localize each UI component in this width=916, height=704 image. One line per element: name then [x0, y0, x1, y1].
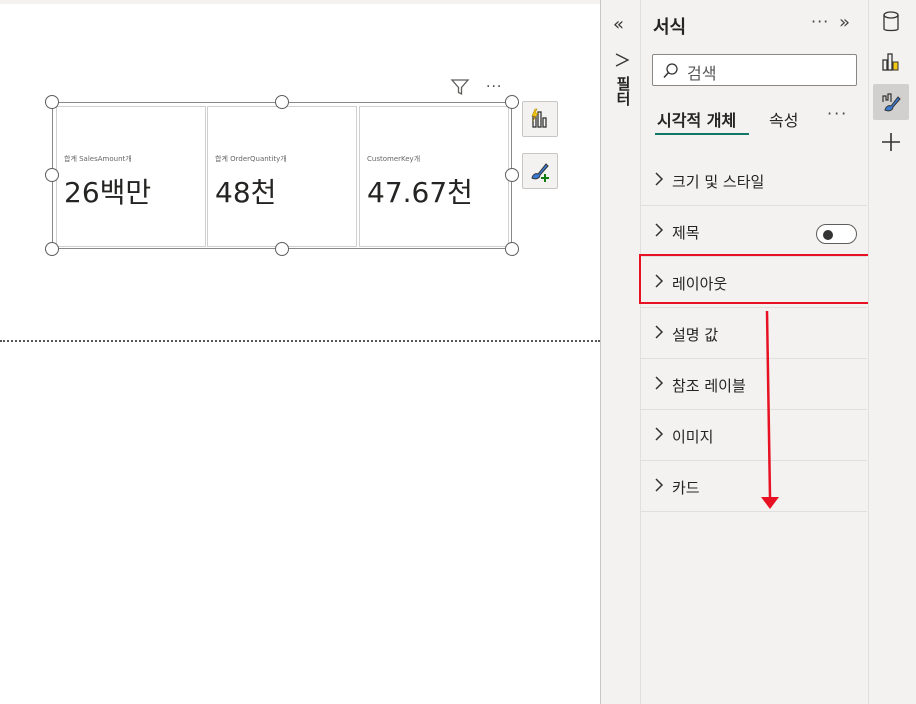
page-boundary-line: [0, 340, 600, 342]
card-label: 합계 OrderQuantity개: [215, 155, 287, 163]
search-input[interactable]: 검색: [652, 54, 857, 86]
resize-handle-bottom[interactable]: [275, 242, 289, 256]
database-icon: [883, 11, 899, 32]
build-visual-button[interactable]: [522, 101, 558, 137]
section-label: 카드: [672, 479, 700, 497]
filter-icon: [614, 52, 630, 70]
collapse-pane-icon[interactable]: »: [839, 12, 850, 33]
chevron-right-icon: [655, 172, 664, 186]
chevron-right-icon: [655, 376, 664, 390]
tabs-more-icon[interactable]: ···: [827, 104, 848, 123]
pane-title: 서식: [653, 17, 687, 38]
section-label: 제목: [672, 224, 700, 242]
section-label: 설명 값: [672, 326, 719, 344]
build-pane-button[interactable]: [873, 44, 909, 80]
card-customer-key[interactable]: CustomerKey개 47.67천: [359, 106, 509, 247]
chevron-right-icon: [655, 478, 664, 492]
section-size-style[interactable]: 크기 및 스타일: [641, 155, 867, 206]
chevron-right-icon: [655, 427, 664, 441]
format-paintbrush-icon: [882, 93, 901, 112]
paintbrush-add-icon: [531, 163, 549, 182]
section-label: 이미지: [672, 428, 714, 446]
format-visual-button[interactable]: [522, 153, 558, 189]
toggle-knob: [823, 230, 833, 240]
card-value: 47.67천: [367, 176, 473, 209]
visual-build-icon: [531, 108, 547, 128]
search-placeholder: 검색: [687, 64, 717, 83]
plus-icon: [882, 133, 900, 151]
tab-general[interactable]: 속성: [769, 107, 798, 131]
resize-handle-top[interactable]: [275, 95, 289, 109]
section-title[interactable]: 제목: [641, 206, 867, 257]
layout-highlight-box: [639, 254, 870, 304]
red-arrow-annotation: [761, 310, 779, 509]
format-pane-button[interactable]: [873, 84, 909, 120]
powerbi-report-view: ··· 합계 SalesAmount개 26백만 합계 OrderQuantit…: [0, 0, 916, 704]
search-icon: [662, 62, 680, 80]
title-toggle-switch[interactable]: [816, 224, 857, 244]
card-label: 합계 SalesAmount개: [64, 155, 132, 163]
pane-switcher-rail: [868, 0, 916, 704]
report-canvas[interactable]: ··· 합계 SalesAmount개 26백만 합계 OrderQuantit…: [0, 0, 600, 704]
expand-filter-pane-icon[interactable]: «: [613, 14, 631, 36]
filter-pane-collapsed[interactable]: « 필터: [600, 0, 641, 704]
section-label: 크기 및 스타일: [672, 173, 765, 191]
chevron-right-icon: [655, 325, 664, 339]
chevron-right-icon: [655, 223, 664, 237]
card-value: 26백만: [64, 176, 152, 209]
filter-pane-label[interactable]: 필터: [613, 76, 634, 106]
canvas-top-border: [0, 0, 600, 4]
resize-handle-bottom-left[interactable]: [45, 242, 59, 256]
resize-handle-right[interactable]: [505, 168, 519, 182]
card-order-quantity[interactable]: 합계 OrderQuantity개 48천: [207, 106, 357, 247]
card-sales-amount[interactable]: 합계 SalesAmount개 26백만: [56, 106, 206, 247]
add-pane-button[interactable]: [873, 124, 909, 160]
build-visual-icon: [882, 53, 899, 71]
section-label: 참조 레이블: [672, 377, 746, 395]
resize-handle-top-right[interactable]: [505, 95, 519, 109]
data-pane-button[interactable]: [873, 4, 909, 40]
multi-card-visual[interactable]: 합계 SalesAmount개 26백만 합계 OrderQuantity개 4…: [45, 95, 519, 256]
resize-handle-left[interactable]: [45, 168, 59, 182]
visual-filter-icon[interactable]: [450, 76, 472, 98]
card-value: 48천: [215, 176, 277, 209]
resize-handle-bottom-right[interactable]: [505, 242, 519, 256]
tab-visual[interactable]: 시각적 개체: [657, 107, 736, 131]
pane-more-options-icon[interactable]: ···: [811, 12, 829, 31]
visual-more-options-icon[interactable]: ···: [486, 76, 508, 98]
active-tab-indicator: [655, 133, 749, 135]
resize-handle-top-left[interactable]: [45, 95, 59, 109]
card-label: CustomerKey개: [367, 155, 421, 163]
